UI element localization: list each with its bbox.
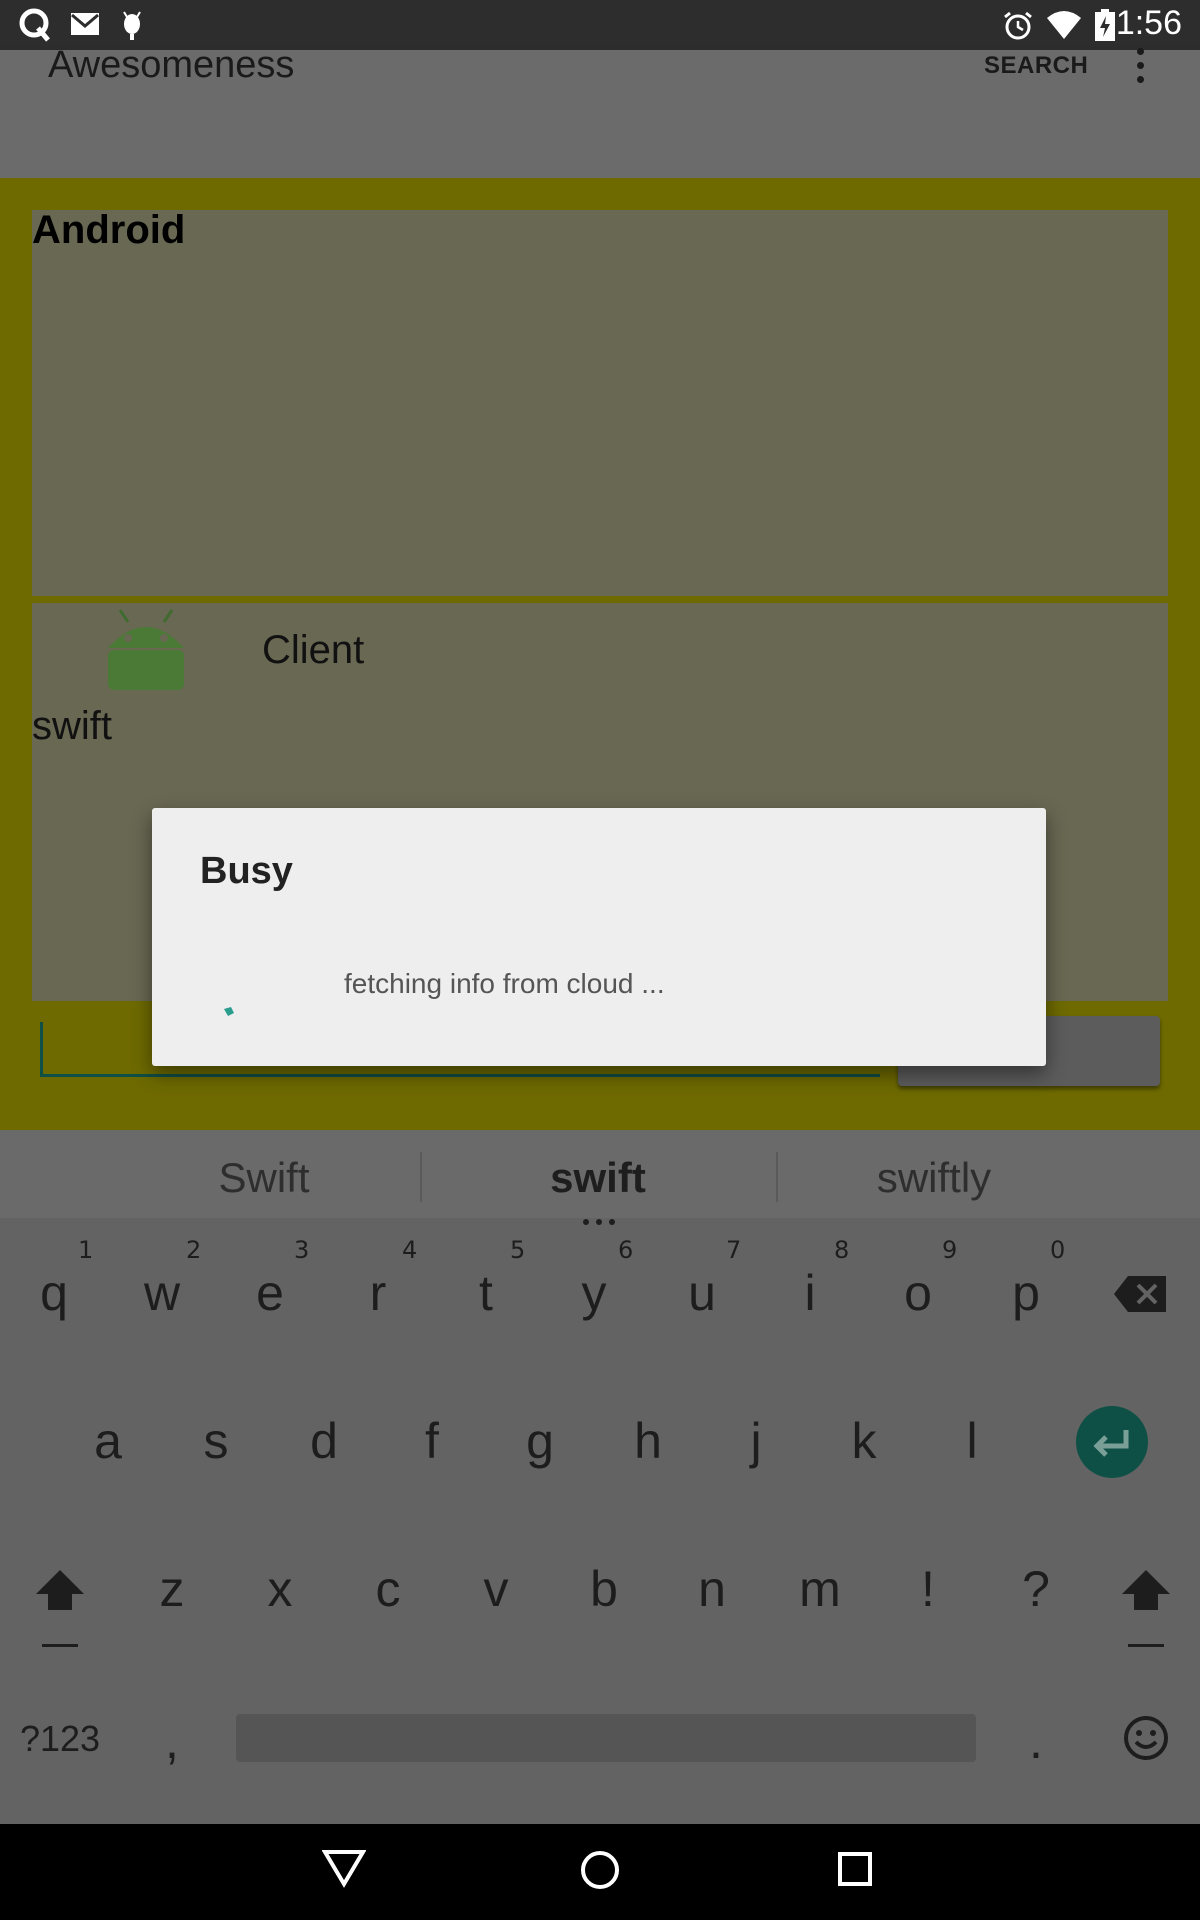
message-input[interactable]: [40, 1074, 880, 1077]
swift-label: swift: [32, 704, 112, 748]
key-v[interactable]: v: [446, 1560, 546, 1618]
backspace-icon[interactable]: [1114, 1276, 1166, 1312]
key-y[interactable]: y: [544, 1264, 644, 1322]
key-o[interactable]: o: [868, 1264, 968, 1322]
shift-right-icon[interactable]: [1120, 1568, 1172, 1652]
shift-icon[interactable]: [34, 1568, 86, 1652]
key-h[interactable]: h: [598, 1412, 698, 1470]
symbols-key[interactable]: ?123: [10, 1718, 110, 1760]
app-title: Awesomeness: [48, 44, 295, 86]
key-x[interactable]: x: [230, 1560, 330, 1618]
key-period[interactable]: .: [986, 1712, 1086, 1770]
card-title: Android: [32, 208, 186, 252]
key-e[interactable]: e: [220, 1264, 320, 1322]
recents-icon[interactable]: [836, 1850, 876, 1890]
status-clock: 1:56: [1115, 4, 1182, 42]
suggestion-bar: Swift swift swiftly: [0, 1130, 1200, 1225]
key-l[interactable]: l: [922, 1412, 1022, 1470]
key-m[interactable]: m: [770, 1560, 870, 1618]
key-hint: 7: [726, 1236, 742, 1264]
alarm-icon: [1004, 11, 1032, 40]
key-comma[interactable]: ,: [122, 1712, 222, 1770]
key-j[interactable]: j: [706, 1412, 806, 1470]
key-d[interactable]: d: [274, 1412, 374, 1470]
key-i[interactable]: i: [760, 1264, 860, 1322]
key-hint: 4: [402, 1236, 418, 1264]
busy-dialog: [152, 808, 1046, 1066]
dialog-title: Busy: [200, 850, 293, 892]
battery-charging-icon: [1095, 9, 1115, 41]
key-f[interactable]: f: [382, 1412, 482, 1470]
key-hint: 2: [186, 1236, 202, 1264]
key-hint: 0: [1050, 1236, 1066, 1264]
enter-icon[interactable]: [1076, 1406, 1148, 1478]
back-icon[interactable]: [322, 1848, 366, 1888]
key-exclamation[interactable]: !: [878, 1560, 978, 1618]
more-suggestions-icon[interactable]: [582, 1210, 616, 1225]
q-app-icon: [19, 8, 50, 42]
key-hint: 3: [294, 1236, 310, 1264]
key-hint: 9: [942, 1236, 958, 1264]
suggestion-1[interactable]: Swift: [164, 1154, 364, 1202]
emoji-icon[interactable]: [1122, 1714, 1170, 1762]
suggestion-2[interactable]: swift: [498, 1154, 698, 1202]
key-n[interactable]: n: [662, 1560, 762, 1618]
key-c[interactable]: c: [338, 1560, 438, 1618]
android-debug-icon: [123, 11, 141, 40]
search-button[interactable]: SEARCH: [984, 52, 1088, 80]
key-t[interactable]: t: [436, 1264, 536, 1322]
key-hint: 6: [618, 1236, 634, 1264]
wifi-icon: [1047, 11, 1081, 39]
suggestion-divider: [420, 1152, 422, 1202]
key-hint: 1: [78, 1236, 94, 1264]
key-r[interactable]: r: [328, 1264, 428, 1322]
spacebar[interactable]: [236, 1714, 976, 1762]
key-k[interactable]: k: [814, 1412, 914, 1470]
gmail-icon: [71, 13, 99, 35]
suggestion-divider: [776, 1152, 778, 1202]
key-hint: 8: [834, 1236, 850, 1264]
key-q[interactable]: q: [4, 1264, 104, 1322]
status-bar: 1:56: [0, 0, 1200, 50]
more-vert-icon[interactable]: [1128, 44, 1152, 88]
key-g[interactable]: g: [490, 1412, 590, 1470]
key-a[interactable]: a: [58, 1412, 158, 1470]
suggestion-3[interactable]: swiftly: [834, 1154, 1034, 1202]
key-w[interactable]: w: [112, 1264, 212, 1322]
text-cursor: [40, 1022, 43, 1074]
key-s[interactable]: s: [166, 1412, 266, 1470]
key-hint: 5: [510, 1236, 526, 1264]
android-card: [32, 210, 1168, 596]
home-icon[interactable]: [578, 1848, 622, 1892]
key-p[interactable]: p: [976, 1264, 1076, 1322]
progress-spinner-icon: [224, 1007, 234, 1016]
key-b[interactable]: b: [554, 1560, 654, 1618]
key-question[interactable]: ?: [986, 1560, 1086, 1618]
navigation-bar: [0, 1824, 1200, 1920]
key-u[interactable]: u: [652, 1264, 752, 1322]
key-z[interactable]: z: [122, 1560, 222, 1618]
client-label: Client: [262, 628, 365, 672]
dialog-message: fetching info from cloud ...: [344, 968, 665, 999]
android-robot-icon: [108, 609, 184, 690]
